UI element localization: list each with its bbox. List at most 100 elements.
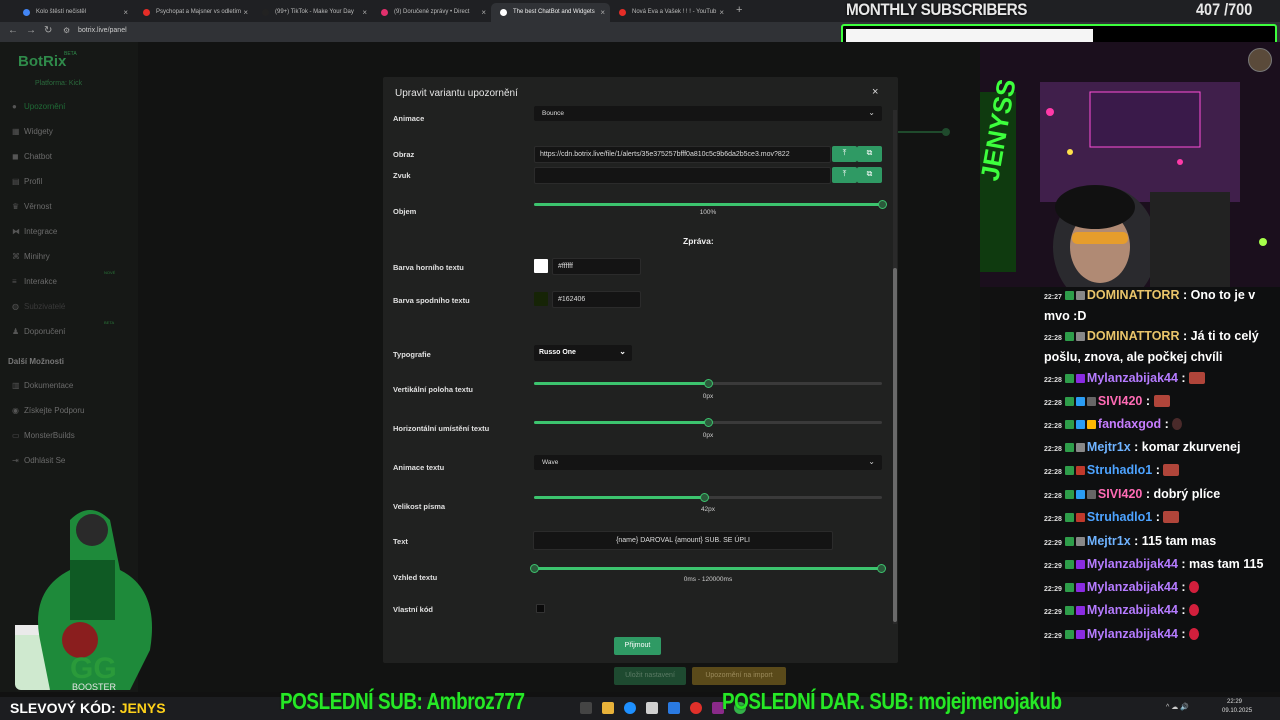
mail-icon[interactable] bbox=[668, 702, 680, 714]
tab-label: Nová Eva a Vašek ! ! ! - YouTub bbox=[632, 9, 717, 15]
chat-username[interactable]: Mylanzabijak44 bbox=[1087, 603, 1178, 617]
brand-logo[interactable]: BotRix bbox=[18, 53, 66, 70]
top-text-color-label: Barva horního textu bbox=[393, 263, 464, 272]
sidebar-other-item[interactable]: ▥ Dokumentace bbox=[12, 381, 73, 390]
text-animation-select[interactable]: Wave ⌄ bbox=[534, 455, 882, 470]
close-tab-icon[interactable]: × bbox=[600, 8, 605, 17]
browser-tab[interactable]: The best ChatBot and Widgets × bbox=[491, 3, 610, 22]
browser-tab[interactable]: Nová Eva a Vašek ! ! ! - YouTub × bbox=[610, 3, 729, 22]
sidebar-item[interactable]: ▤ Profil bbox=[12, 177, 42, 186]
save-settings-button[interactable]: Uložit nastavení bbox=[614, 667, 686, 685]
chat-badge-icon bbox=[1075, 606, 1085, 615]
other-options-heading: Další Možnosti bbox=[8, 357, 65, 366]
image-upload-button[interactable]: ⤒ bbox=[832, 146, 857, 162]
volume-slider-thumb[interactable] bbox=[877, 200, 887, 209]
close-tab-icon[interactable]: × bbox=[719, 8, 724, 17]
horizontal-position-slider[interactable] bbox=[534, 418, 882, 427]
browser-tab[interactable]: (99+) TikTok - Make Your Day × bbox=[253, 3, 372, 22]
sidebar-item[interactable]: ♛ Věrnost bbox=[12, 202, 52, 211]
clock-time[interactable]: 22:29 bbox=[1227, 699, 1242, 705]
sidebar-other-item[interactable]: ▭ MonsterBuilds bbox=[12, 431, 75, 440]
vertical-position-thumb[interactable] bbox=[703, 379, 713, 388]
sound-label: Zvuk bbox=[393, 171, 411, 180]
animation-select[interactable]: Bounce ⌄ bbox=[534, 106, 882, 121]
typography-select[interactable]: Russo One ⌄ bbox=[534, 345, 632, 361]
new-tab-button[interactable]: + bbox=[736, 4, 742, 16]
chat-username[interactable]: DOMINATTORR bbox=[1087, 329, 1180, 343]
site-info-icon[interactable]: ⚙ bbox=[63, 26, 70, 35]
chat-badge-icon bbox=[1075, 443, 1085, 452]
forward-icon[interactable]: → bbox=[26, 25, 36, 36]
top-text-color-swatch[interactable] bbox=[534, 259, 548, 273]
system-tray[interactable]: ^ ☁ 🔊 bbox=[1166, 703, 1189, 711]
sidebar-item[interactable]: ● Upozornění bbox=[12, 102, 65, 111]
top-text-color-field[interactable]: #ffffff bbox=[552, 258, 641, 275]
chat-username[interactable]: Mejtr1x bbox=[1087, 440, 1131, 454]
url-text[interactable]: botrix.live/panel bbox=[78, 27, 127, 34]
image-label: Obraz bbox=[393, 150, 415, 159]
sidebar-item[interactable]: ◍ Subzivatelé bbox=[12, 302, 65, 311]
modal-scrollbar-thumb[interactable] bbox=[893, 268, 897, 622]
sidebar-item[interactable]: ⧓ Integrace bbox=[12, 227, 57, 236]
custom-code-checkbox[interactable] bbox=[536, 604, 545, 613]
browser-tab[interactable]: Psychopat a Majsner vs odletím × bbox=[134, 3, 253, 22]
range-start-thumb[interactable] bbox=[530, 564, 539, 573]
chat-username[interactable]: fandaxgod bbox=[1098, 417, 1161, 431]
image-url-field[interactable]: https://cdn.botrix.live/file/1/alerts/35… bbox=[534, 146, 831, 163]
range-end-thumb[interactable] bbox=[877, 564, 886, 573]
tab-favicon-icon bbox=[262, 9, 269, 16]
sidebar-item[interactable]: ≡ Interakce bbox=[12, 277, 57, 286]
sidebar-item[interactable]: ♟ Doporučení bbox=[12, 327, 65, 336]
bottom-text-color-swatch[interactable] bbox=[534, 292, 548, 306]
file-explorer-icon[interactable] bbox=[602, 702, 614, 714]
accept-button[interactable]: Přijmout bbox=[614, 637, 661, 655]
close-tab-icon[interactable]: × bbox=[123, 8, 128, 17]
opera-icon[interactable] bbox=[690, 702, 702, 714]
chat-username[interactable]: Mylanzabijak44 bbox=[1087, 371, 1178, 385]
sound-url-field[interactable] bbox=[534, 167, 831, 184]
text-appearance-range-slider[interactable] bbox=[530, 564, 886, 573]
chat-username[interactable]: SIVI420 bbox=[1098, 394, 1142, 408]
task-view-icon[interactable] bbox=[580, 702, 592, 714]
store-icon[interactable] bbox=[646, 702, 658, 714]
chat-username[interactable]: DOMINATTORR bbox=[1087, 288, 1180, 302]
sidebar-item[interactable]: ⌘ Minihry bbox=[12, 252, 50, 261]
font-size-slider[interactable] bbox=[534, 493, 882, 502]
horizontal-position-thumb[interactable] bbox=[703, 418, 713, 427]
browser-tab[interactable]: (9) Doručené zprávy • Direct × bbox=[372, 3, 491, 22]
browser-tab[interactable]: Kolo štěstí nečistěl × bbox=[14, 3, 133, 22]
clock-date[interactable]: 09.10.2025 bbox=[1222, 708, 1252, 714]
sidebar-item[interactable]: ▦ Widgety bbox=[12, 127, 53, 136]
alert-text-field[interactable]: {name} DAROVAL {amount} SUB. SE ÚPLI bbox=[533, 531, 833, 550]
sidebar-item[interactable]: ◼ Chatbot bbox=[12, 152, 52, 161]
chat-username[interactable]: Struhadlo1 bbox=[1087, 510, 1152, 524]
sound-gallery-button[interactable]: ⧉ bbox=[857, 167, 882, 183]
close-tab-icon[interactable]: × bbox=[243, 8, 248, 17]
chat-badge-icon bbox=[1086, 490, 1096, 499]
chat-time: 22:28 bbox=[1044, 335, 1062, 342]
chat-username[interactable]: SIVI420 bbox=[1098, 487, 1142, 501]
back-icon[interactable]: ← bbox=[8, 25, 18, 36]
sidebar-other-item[interactable]: ⇥ Odhlásit Se bbox=[12, 456, 65, 465]
chat-username[interactable]: Mylanzabijak44 bbox=[1087, 557, 1178, 571]
chat-username[interactable]: Mylanzabijak44 bbox=[1087, 580, 1178, 594]
mascot-booster-text: BOOSTER bbox=[72, 682, 117, 692]
vertical-position-slider[interactable] bbox=[534, 379, 882, 388]
reload-icon[interactable]: ↻ bbox=[44, 25, 52, 36]
bottom-text-color-field[interactable]: #162406 bbox=[552, 291, 641, 308]
chat-username[interactable]: Struhadlo1 bbox=[1087, 463, 1152, 477]
close-tab-icon[interactable]: × bbox=[481, 8, 486, 17]
import-alerts-button[interactable]: Upozornění na import bbox=[692, 667, 786, 685]
font-size-thumb[interactable] bbox=[700, 493, 710, 502]
profile-avatar[interactable] bbox=[1248, 48, 1272, 72]
chat-username[interactable]: Mylanzabijak44 bbox=[1087, 627, 1178, 641]
image-gallery-button[interactable]: ⧉ bbox=[857, 146, 882, 162]
chat-username[interactable]: Mejtr1x bbox=[1087, 534, 1131, 548]
edge-icon[interactable] bbox=[624, 702, 636, 714]
sound-upload-button[interactable]: ⤒ bbox=[832, 167, 857, 183]
close-icon[interactable]: × bbox=[872, 86, 878, 98]
close-tab-icon[interactable]: × bbox=[362, 8, 367, 17]
volume-slider[interactable] bbox=[534, 200, 887, 209]
sidebar-other-item[interactable]: ◉ Získejte Podporu bbox=[12, 406, 84, 415]
sidebar-item-badge: BETA bbox=[104, 320, 115, 325]
